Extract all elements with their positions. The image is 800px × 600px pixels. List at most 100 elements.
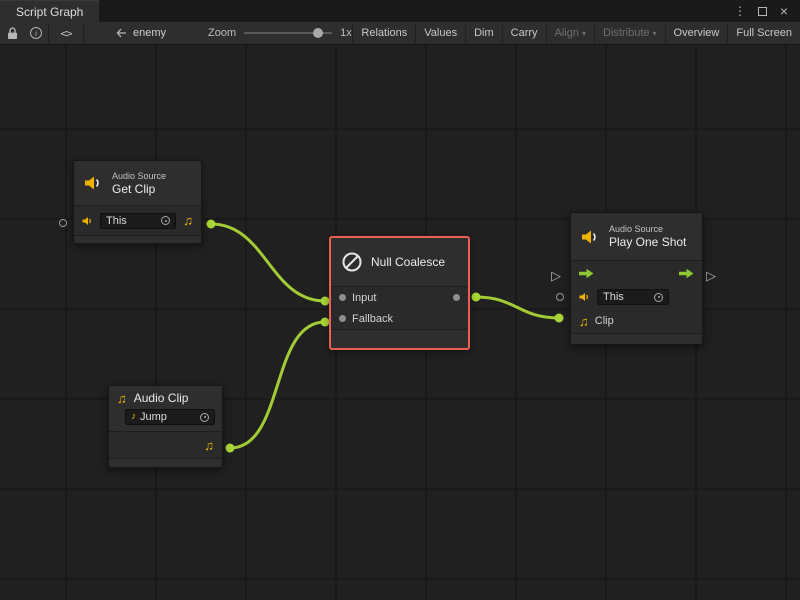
node-null-coalesce[interactable]: Null Coalesce Input Fallback — [330, 237, 469, 349]
node-title: Audio Clip — [134, 391, 189, 405]
toolbar-buttons: Relations Values Dim Carry Align ▾ Distr… — [352, 22, 800, 44]
graph-canvas[interactable]: ▷ ▷ Audio Source Get Clip — [0, 45, 800, 600]
lock-icon — [7, 27, 18, 40]
chevron-down-icon: ▾ — [653, 29, 657, 38]
audio-clip-note-icon: ♫ — [183, 214, 193, 227]
object-picker-icon[interactable] — [200, 413, 209, 422]
align-button[interactable]: Align ▾ — [546, 22, 594, 44]
note-icon: ♪ — [131, 412, 136, 422]
wire-getclip-to-input — [211, 224, 325, 301]
node-play-one-shot[interactable]: Audio Source Play One Shot — [570, 212, 703, 345]
this-value: This — [603, 291, 624, 303]
object-picker-icon[interactable] — [654, 293, 663, 302]
toolbar-divider — [83, 22, 84, 44]
graph-name: enemy — [133, 27, 166, 39]
info-icon: i — [30, 27, 42, 39]
node-null-coalesce-header: Null Coalesce — [331, 238, 468, 286]
fallback-port-dot[interactable] — [339, 315, 346, 322]
output-port-dot[interactable] — [453, 294, 460, 301]
node-get-clip-body: This ♫ — [74, 205, 201, 236]
info-button[interactable]: i — [24, 22, 48, 44]
port-getclip-this-input[interactable] — [59, 219, 67, 227]
null-coalesce-icon — [341, 251, 363, 273]
unity-graph-window: Script Graph ⋮ × i <> enemy — [0, 0, 800, 600]
tab-title: Script Graph — [16, 5, 83, 19]
fallback-port-row: Fallback — [331, 308, 468, 329]
zoom-control: Zoom 1x — [208, 27, 352, 39]
zoom-slider[interactable] — [244, 32, 332, 34]
code-view-button[interactable]: <> — [49, 22, 83, 44]
node-footer — [74, 236, 201, 243]
audio-source-icon — [581, 228, 601, 246]
node-category: Audio Source — [112, 171, 166, 182]
clip-port-row: ♫ Clip — [571, 309, 702, 333]
tab-script-graph[interactable]: Script Graph — [0, 0, 99, 22]
node-title: Null Coalesce — [371, 255, 445, 269]
window-controls: ⋮ × — [732, 0, 800, 22]
speaker-icon — [579, 292, 591, 302]
zoom-value: 1x — [340, 27, 352, 39]
fullscreen-button[interactable]: Full Screen — [727, 22, 800, 44]
flow-in-arrow-icon[interactable] — [579, 268, 594, 279]
flow-port-row — [571, 261, 702, 285]
node-get-clip-header: Audio Source Get Clip — [74, 161, 201, 205]
node-footer — [331, 330, 468, 346]
tab-bar: Script Graph ⋮ × — [0, 0, 800, 22]
node-footer — [571, 334, 702, 344]
node-title: Play One Shot — [609, 235, 686, 249]
wire-audioclip-to-fallback — [230, 322, 325, 448]
relations-button[interactable]: Relations — [352, 22, 415, 44]
input-port-dot[interactable] — [339, 294, 346, 301]
object-picker-icon[interactable] — [161, 216, 170, 225]
clip-port-label: Clip — [595, 315, 614, 327]
node-footer — [109, 459, 222, 467]
port-nullcoalesce-output — [472, 293, 481, 302]
clip-value: Jump — [140, 411, 167, 423]
close-icon[interactable]: × — [776, 3, 792, 19]
port-audioclip-output — [226, 444, 235, 453]
carry-button[interactable]: Carry — [502, 22, 546, 44]
node-title-row: ♫ Audio Clip — [117, 391, 214, 405]
this-object-field[interactable]: This — [100, 213, 176, 229]
port-playoneshot-flow-in[interactable]: ▷ — [551, 269, 561, 282]
node-get-clip[interactable]: Audio Source Get Clip This ♫ — [73, 160, 202, 244]
port-playoneshot-this-input[interactable] — [556, 293, 564, 301]
distribute-button[interactable]: Distribute ▾ — [594, 22, 664, 44]
input-port-row: Input — [331, 287, 468, 308]
fallback-port-label: Fallback — [352, 313, 393, 325]
graph-pointer-icon — [116, 28, 127, 38]
port-playoneshot-flow-out[interactable]: ▷ — [706, 269, 716, 282]
node-null-coalesce-body: Input Fallback — [331, 286, 468, 330]
chevron-down-icon: ▾ — [582, 29, 586, 38]
node-title: Get Clip — [112, 182, 166, 196]
flow-out-arrow-icon[interactable] — [679, 268, 694, 279]
this-object-field[interactable]: This — [597, 289, 669, 305]
node-title-block: Audio Source Play One Shot — [609, 224, 686, 249]
node-audio-clip-header: ♫ Audio Clip ♪ Jump — [109, 386, 222, 429]
maximize-box-glyph — [758, 7, 767, 16]
node-audio-clip[interactable]: ♫ Audio Clip ♪ Jump ♫ — [108, 385, 223, 468]
audio-source-icon — [84, 174, 104, 192]
wire-output-to-clip — [476, 297, 559, 318]
menu-kebab-icon[interactable]: ⋮ — [732, 3, 748, 19]
audio-clip-note-icon: ♫ — [204, 439, 214, 452]
port-nullcoalesce-fallback — [321, 318, 330, 327]
audio-clip-note-icon: ♫ — [117, 392, 127, 405]
node-title-block: Audio Source Get Clip — [112, 171, 166, 196]
this-port-row: This ♫ — [74, 206, 201, 235]
clip-object-field[interactable]: ♪ Jump — [125, 409, 215, 425]
dim-button[interactable]: Dim — [465, 22, 502, 44]
this-port-row: This — [571, 285, 702, 309]
zoom-label: Zoom — [208, 27, 236, 39]
node-category: Audio Source — [609, 224, 686, 235]
port-nullcoalesce-input — [321, 297, 330, 306]
graph-toolbar: i <> enemy Zoom 1x Relations Values Dim … — [0, 22, 800, 45]
lock-button[interactable] — [0, 22, 24, 44]
graph-breadcrumb[interactable]: enemy — [116, 27, 166, 39]
overview-button[interactable]: Overview — [665, 22, 728, 44]
audio-clip-note-icon: ♫ — [579, 315, 589, 328]
zoom-slider-handle[interactable] — [313, 28, 323, 38]
maximize-icon[interactable] — [754, 3, 770, 19]
values-button[interactable]: Values — [415, 22, 465, 44]
input-port-label: Input — [352, 292, 376, 304]
